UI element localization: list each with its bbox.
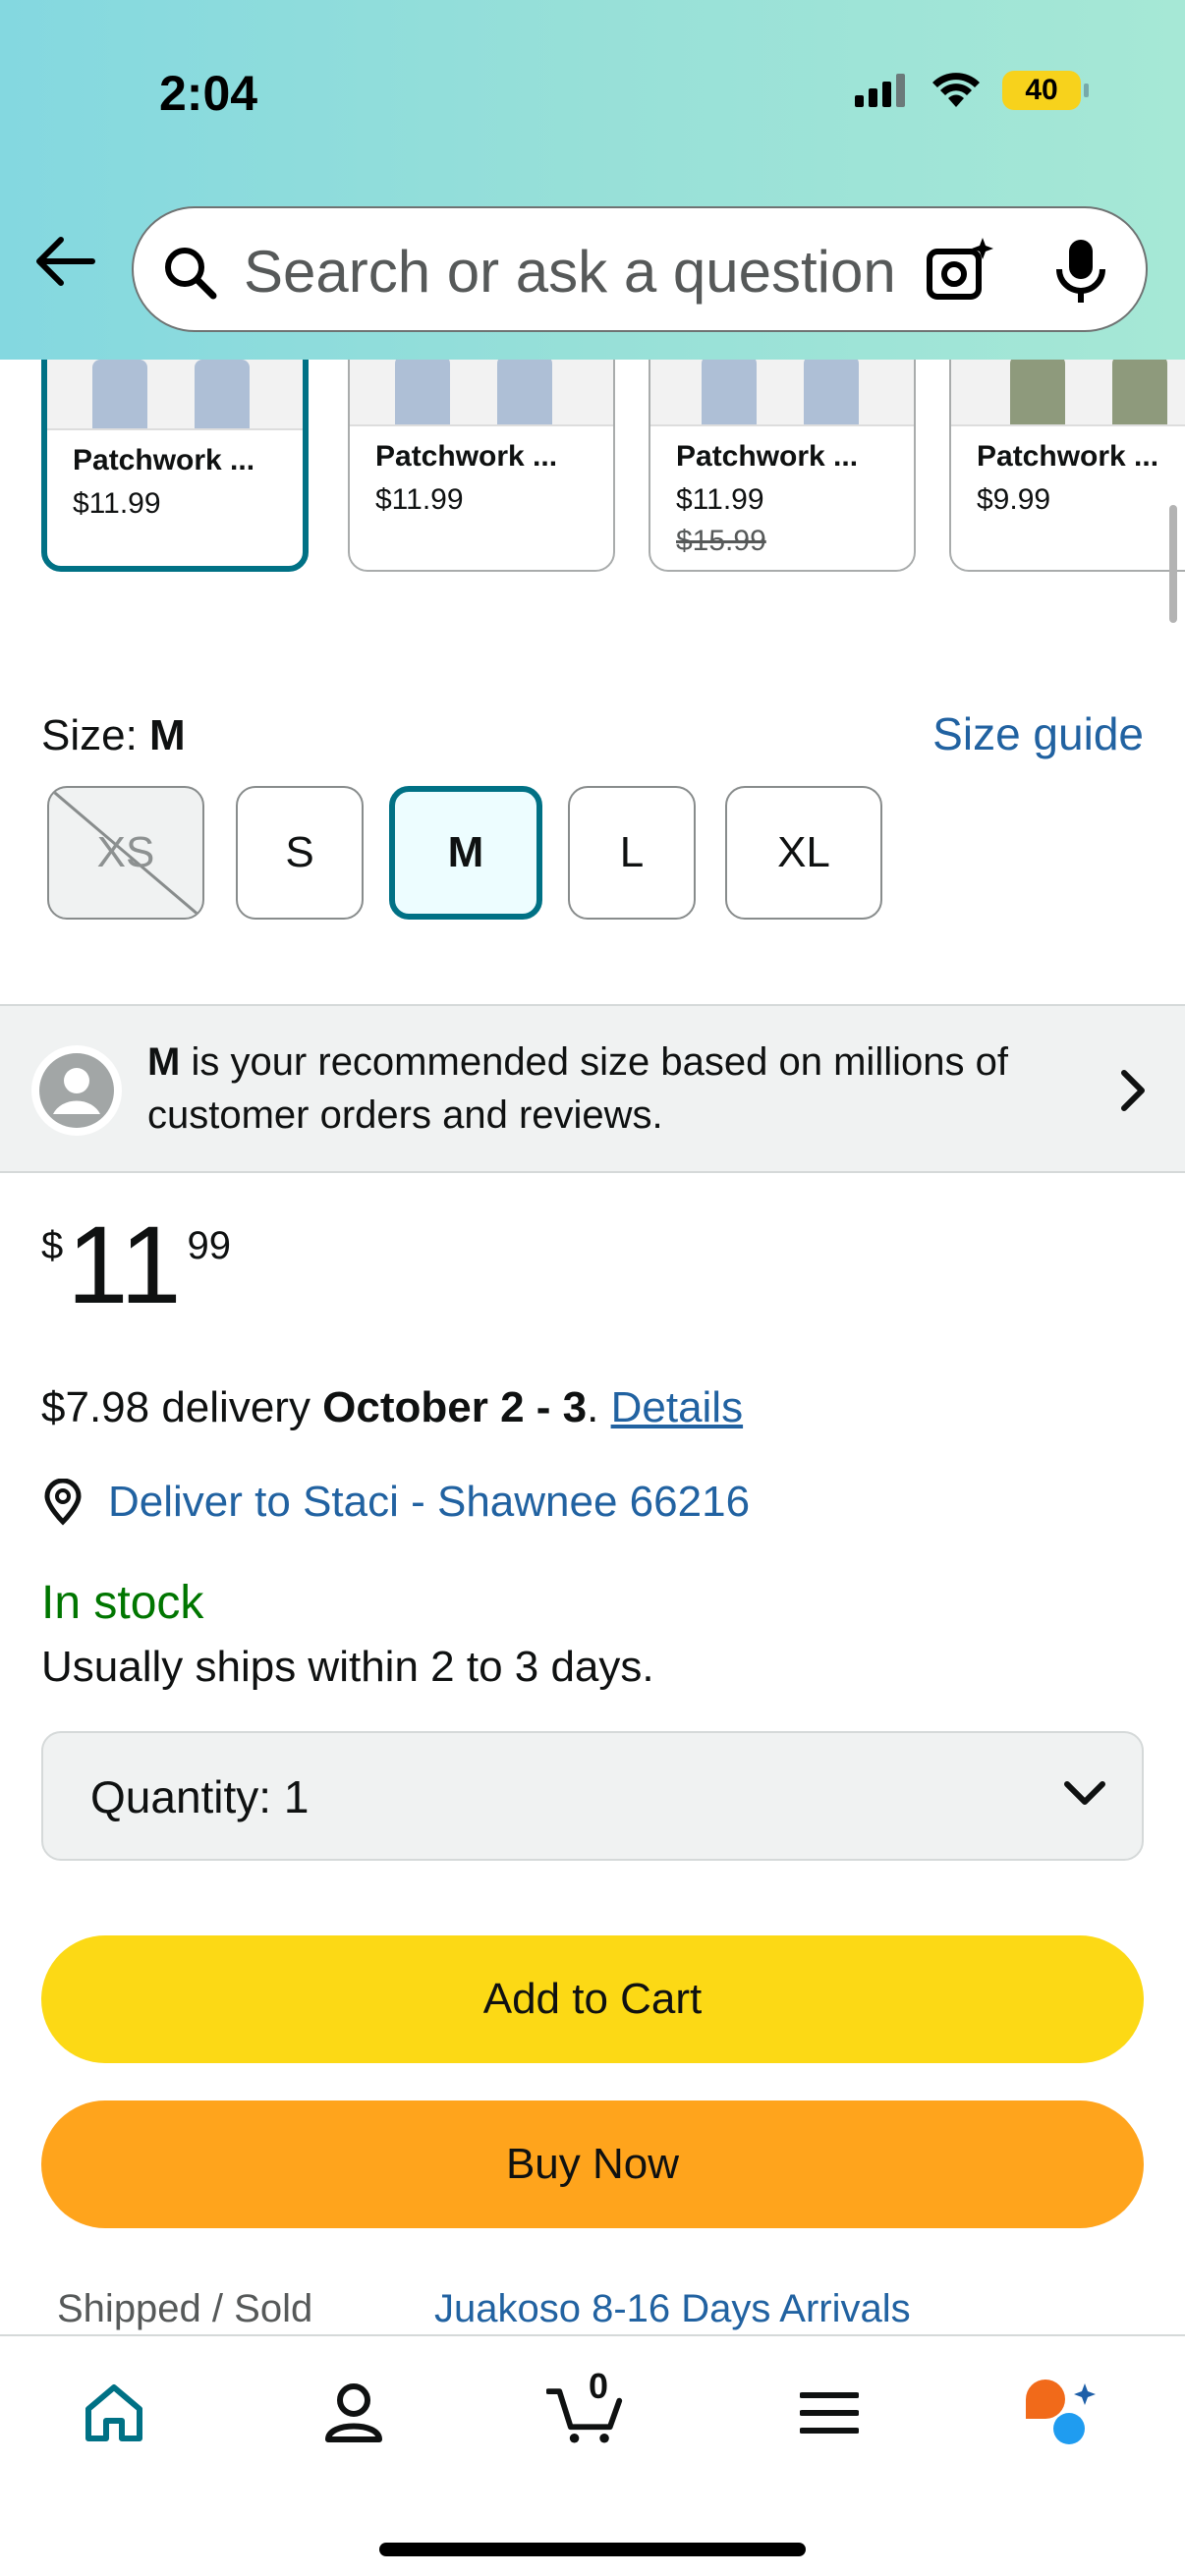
tab-menu[interactable] <box>790 2374 869 2452</box>
size-label: Size: M <box>41 711 186 759</box>
scrollbar[interactable] <box>1169 505 1177 623</box>
variant-image <box>350 360 613 426</box>
tab-rufus[interactable] <box>1022 2374 1100 2452</box>
avatar <box>31 1045 122 1136</box>
price-fraction: 99 <box>187 1224 232 1267</box>
deliver-to-link[interactable]: Deliver to Staci - Shawnee 66216 <box>41 1478 750 1527</box>
variant-title: Patchwork ... <box>676 440 859 473</box>
rufus-assistant-icon <box>1026 2380 1096 2444</box>
selected-size: M <box>149 711 186 759</box>
stock-status: In stock <box>41 1577 204 1629</box>
variant-carousel: Patchwork ... $11.99 Patchwork ... $11.9… <box>0 360 1185 615</box>
quantity-select[interactable]: Quantity: 1 <box>41 1731 1144 1861</box>
size-guide-link[interactable]: Size guide <box>932 707 1144 760</box>
details-link[interactable]: Details <box>611 1383 744 1431</box>
chevron-right-icon <box>1121 1070 1145 1111</box>
menu-icon <box>800 2392 859 2434</box>
size-option-xs[interactable]: XS <box>47 786 204 920</box>
battery-level: 40 <box>1025 74 1058 106</box>
variant-price: $11.99 <box>375 483 464 516</box>
variant-price: $11.99 <box>73 487 161 520</box>
recommended-size: M <box>147 1040 181 1084</box>
home-indicator <box>379 2543 806 2556</box>
shipped-sold-row: Shipped / Sold Juakoso 8-16 Days Arrival… <box>0 2275 1185 2344</box>
size-recommendation-banner[interactable]: M is your recommended size based on mill… <box>0 1004 1185 1173</box>
variant-old-price: $15.99 <box>676 525 766 557</box>
variant-title: Patchwork ... <box>375 440 558 473</box>
tab-account[interactable] <box>314 2374 393 2452</box>
shipped-sold-label: Shipped / Sold <box>57 2287 313 2330</box>
back-arrow-icon <box>36 237 95 286</box>
size-option-l[interactable]: L <box>568 786 696 920</box>
seller-link[interactable]: Juakoso 8-16 Days Arrivals <box>434 2287 911 2331</box>
cellular-signal-icon <box>855 74 905 107</box>
size-option-xl[interactable]: XL <box>725 786 882 920</box>
status-icons: 40 <box>855 71 1089 110</box>
size-option-s[interactable]: S <box>236 786 364 920</box>
variant-image <box>650 360 914 426</box>
variant-image <box>47 360 303 430</box>
recommendation-text: M is your recommended size based on mill… <box>147 1040 1008 1137</box>
wifi-icon <box>932 73 980 107</box>
battery-icon: 40 <box>1002 71 1089 110</box>
back-button[interactable] <box>33 236 96 292</box>
add-to-cart-button[interactable]: Add to Cart <box>41 1935 1144 2063</box>
variant-title: Patchwork ... <box>977 440 1159 473</box>
status-time: 2:04 <box>159 66 258 121</box>
delivery-info: $7.98 delivery October 2 - 3. Details <box>41 1383 744 1431</box>
price-whole: 11 <box>67 1204 182 1326</box>
deliver-to-text: Deliver to Staci - Shawnee 66216 <box>108 1478 751 1526</box>
delivery-dates: October 2 - 3 <box>322 1383 588 1431</box>
search-icon <box>165 248 217 300</box>
microphone-icon[interactable] <box>1051 236 1110 307</box>
variant-card[interactable]: Patchwork ... $11.99 $15.99 <box>649 360 916 572</box>
tab-cart[interactable]: 0 <box>546 2366 625 2452</box>
variant-card[interactable]: Patchwork ... $9.99 <box>949 360 1185 572</box>
size-option-m[interactable]: M <box>389 786 542 920</box>
header: 2:04 40 <box>0 0 1185 360</box>
quantity-label: Quantity: 1 <box>90 1771 310 1822</box>
chevron-down-icon <box>1064 1781 1105 1805</box>
home-icon <box>85 2384 142 2441</box>
bottom-tab-bar: 0 <box>0 2334 1185 2576</box>
tab-home[interactable] <box>75 2374 153 2452</box>
variant-price: $11.99 <box>676 483 764 516</box>
variant-title: Patchwork ... <box>73 444 255 476</box>
price: $ 11 99 <box>41 1206 231 1324</box>
variant-card[interactable]: Patchwork ... $11.99 <box>348 360 615 572</box>
ships-info: Usually ships within 2 to 3 days. <box>41 1643 654 1691</box>
person-icon <box>325 2383 382 2442</box>
variant-price: $9.99 <box>977 483 1051 516</box>
variant-image <box>951 360 1185 426</box>
location-pin-icon <box>44 1479 82 1526</box>
price-symbol: $ <box>41 1224 64 1267</box>
cart-count: 0 <box>588 2366 609 2406</box>
camera-lens-icon[interactable] <box>924 234 996 307</box>
buy-now-button[interactable]: Buy Now <box>41 2100 1144 2228</box>
search-bar[interactable] <box>132 206 1148 332</box>
person-icon <box>39 1053 114 1128</box>
variant-card[interactable]: Patchwork ... $11.99 <box>41 360 309 572</box>
